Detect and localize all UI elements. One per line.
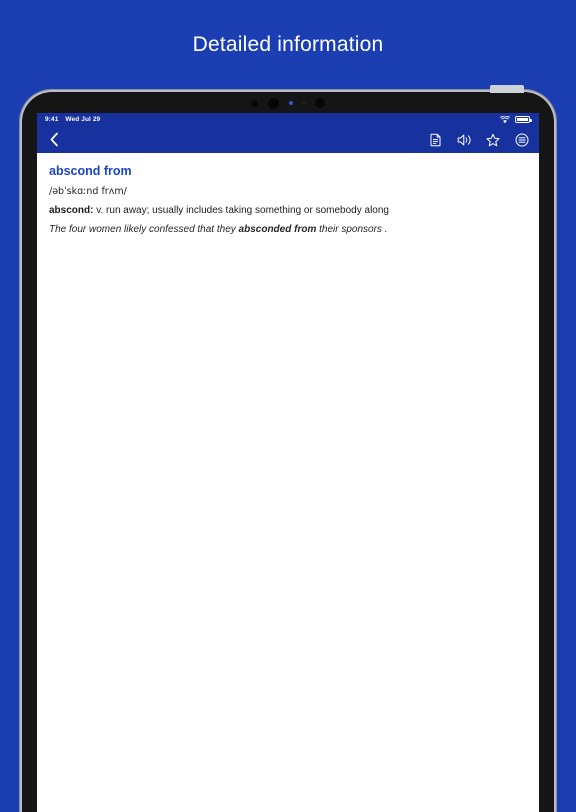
chevron-left-icon — [49, 132, 60, 147]
app-navigation-bar — [37, 126, 539, 153]
example-text-highlight: absconded from — [238, 224, 317, 235]
menu-button[interactable] — [514, 132, 530, 148]
status-bar: 9:41 Wed Jul 29 — [37, 113, 539, 126]
notes-button[interactable] — [427, 132, 443, 148]
device-screen: 9:41 Wed Jul 29 abscond from /əbˈskɑːnd … — [37, 113, 539, 812]
status-bar-time: 9:41 — [45, 116, 59, 123]
entry-example-sentence: The four women likely confessed that the… — [49, 222, 527, 237]
page-title: Detailed information — [192, 33, 384, 56]
entry-phonetic-transcription: /əbˈskɑːnd frʌm/ — [49, 186, 127, 197]
dictionary-entry-content: abscond from /əbˈskɑːnd frʌm/ abscond: v… — [37, 153, 539, 812]
list-menu-circle-icon — [515, 133, 529, 147]
speaker-sound-icon — [457, 133, 472, 147]
entry-definition-text: v. run away; usually includes taking som… — [93, 205, 389, 216]
power-button[interactable] — [490, 85, 524, 93]
pronounce-button[interactable] — [456, 132, 472, 148]
favorite-button[interactable] — [485, 132, 501, 148]
example-text-before: The four women likely confessed that the… — [49, 224, 239, 235]
nav-action-group — [427, 132, 530, 148]
status-bar-date: Wed Jul 29 — [65, 116, 101, 123]
entry-definition-word: abscond: — [49, 205, 94, 216]
example-text-after: their sponsors . — [316, 224, 388, 235]
wifi-icon — [500, 115, 510, 124]
entry-headword: abscond from — [49, 164, 132, 178]
battery-icon — [515, 116, 532, 123]
note-document-icon — [429, 133, 442, 147]
star-favorite-icon — [486, 133, 500, 147]
status-bar-icons — [500, 115, 532, 124]
entry-definition: abscond: v. run away; usually includes t… — [49, 203, 527, 218]
back-button[interactable] — [43, 129, 65, 151]
